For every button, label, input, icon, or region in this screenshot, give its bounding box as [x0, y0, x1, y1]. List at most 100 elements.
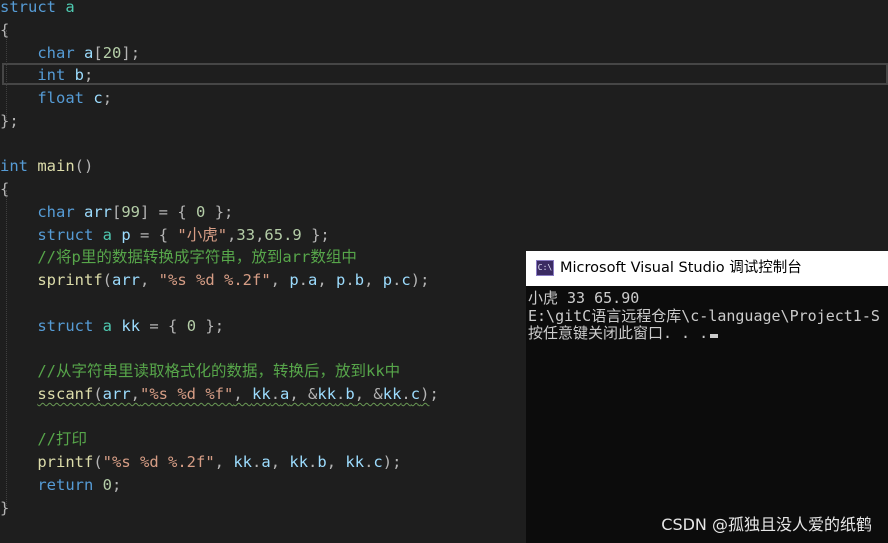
code-token: a: [84, 43, 94, 62]
code-line[interactable]: char a[20];: [0, 42, 888, 65]
code-token: "小虎": [177, 225, 228, 244]
code-token: b: [354, 271, 365, 289]
code-token: "%s %d %.2f": [102, 453, 215, 471]
code-token: sprintf: [37, 271, 103, 289]
code-token: ,: [233, 384, 253, 403]
code-token: [: [93, 43, 103, 62]
code-token: ,: [270, 271, 290, 289]
code-token: 0: [196, 202, 206, 221]
code-token: kk: [233, 453, 252, 471]
code-token: a: [102, 225, 113, 244]
code-line[interactable]: struct a p = { "小虎",33,65.9 };: [0, 224, 888, 247]
code-token: 20: [102, 43, 122, 62]
code-token: a: [65, 0, 75, 16]
code-token: };: [0, 111, 19, 130]
code-line[interactable]: {: [0, 178, 888, 201]
code-token: kk: [382, 384, 402, 403]
code-token: ;: [84, 66, 94, 85]
code-token: 33: [236, 225, 256, 244]
code-token: .: [345, 271, 355, 289]
code-line[interactable]: {: [0, 19, 888, 42]
code-token: a: [280, 384, 290, 403]
code-token: int: [0, 157, 28, 176]
code-token: );: [382, 453, 402, 471]
code-token: 65.9: [264, 225, 302, 244]
code-token: struct: [0, 0, 56, 16]
code-line[interactable]: char arr[99] = { 0 };: [0, 201, 888, 224]
code-line[interactable]: };: [0, 110, 888, 133]
code-line[interactable]: [0, 133, 888, 156]
code-token: c: [401, 271, 411, 289]
code-token: p: [336, 271, 346, 289]
code-token: kk: [252, 384, 271, 403]
code-token: b: [317, 453, 327, 471]
code-token: ,: [140, 271, 159, 289]
code-token: p: [382, 271, 393, 289]
code-token: float: [37, 89, 84, 107]
code-token: //从字符串里读取格式化的数据，转换后，放到kk中: [37, 362, 401, 380]
code-token: .: [252, 453, 262, 471]
console-titlebar[interactable]: C:\ Microsoft Visual Studio 调试控制台: [526, 251, 888, 286]
code-line[interactable]: int b;: [0, 64, 888, 87]
code-token: printf: [37, 453, 94, 471]
code-token: "%s %d %f": [140, 384, 234, 403]
code-token: sscanf: [37, 384, 94, 403]
code-token: a: [308, 271, 318, 289]
code-token: , &: [289, 384, 318, 403]
code-token: .: [364, 453, 374, 471]
code-token: , &: [354, 384, 383, 403]
code-line[interactable]: struct a: [0, 0, 888, 19]
code-token: arr: [112, 271, 140, 289]
code-token: };: [196, 316, 225, 335]
code-line[interactable]: float c;: [0, 87, 888, 110]
code-token: c: [93, 89, 103, 107]
code-token: arr: [102, 384, 131, 403]
code-token: a: [102, 316, 113, 335]
console-prompt-line: 按任意键关闭此窗口. . .: [528, 322, 719, 344]
code-token: {: [0, 180, 10, 198]
code-token: b: [74, 66, 85, 85]
code-token: };: [301, 225, 330, 244]
code-token: kk: [121, 316, 141, 335]
code-token: ];: [121, 43, 141, 62]
code-token: (): [74, 157, 94, 176]
console-prompt-text: 按任意键关闭此窗口. . .: [528, 324, 709, 342]
code-line[interactable]: int main(): [0, 155, 888, 178]
code-token: char: [37, 43, 75, 62]
code-token: //打印: [37, 430, 87, 449]
debug-console-window[interactable]: C:\ Microsoft Visual Studio 调试控制台 小虎 33 …: [526, 251, 888, 543]
code-token: ,: [317, 271, 337, 289]
code-token: kk: [289, 453, 309, 471]
code-token: (: [93, 453, 103, 471]
code-token: "%s %d %.2f": [158, 271, 271, 289]
code-token: .: [270, 384, 281, 403]
code-token: = {: [130, 225, 178, 244]
code-token: arr: [84, 202, 112, 221]
code-token: b: [345, 384, 355, 403]
code-token: (: [102, 271, 112, 289]
code-token: ] = {: [140, 202, 197, 221]
console-cursor: [710, 334, 719, 338]
code-token: ;: [112, 475, 122, 494]
code-token: .: [308, 453, 318, 471]
code-token: ,: [364, 271, 383, 289]
code-token: .: [298, 271, 309, 289]
watermark: CSDN @孤独且没人爱的纸鹤: [661, 515, 872, 534]
